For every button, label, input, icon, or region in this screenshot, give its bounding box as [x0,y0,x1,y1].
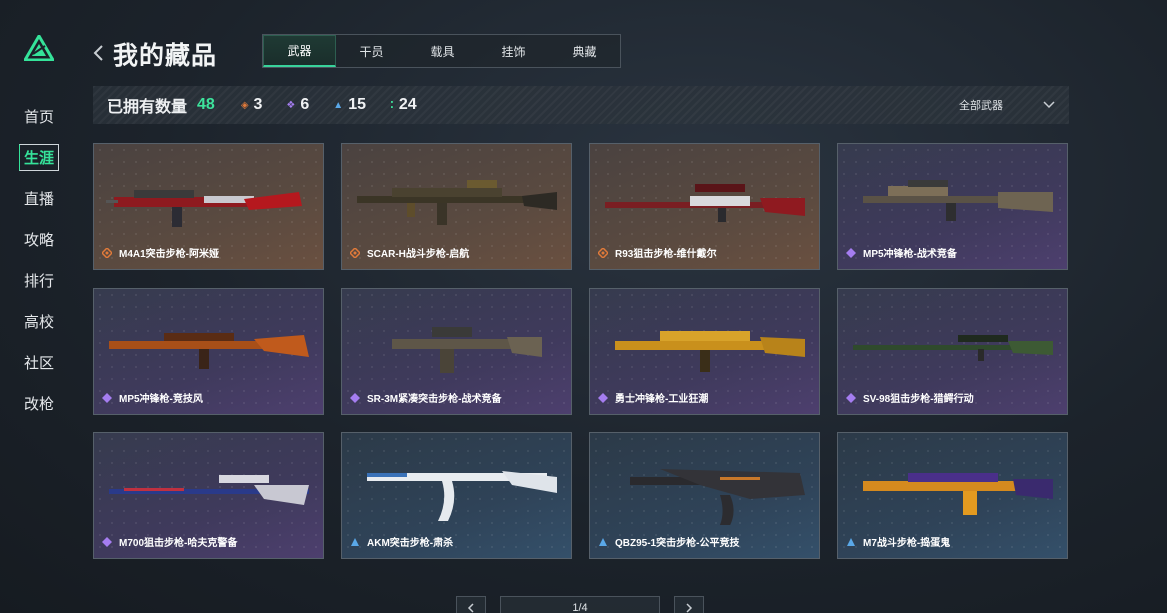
owned-count-label: 已拥有数量 [107,99,188,116]
weapon-card[interactable]: QBZ95-1突击步枪-公平竞技 [589,432,820,559]
purple-diamond-icon [102,392,112,403]
tab-operators[interactable]: 干员 [336,35,407,67]
purple-diamond-icon [598,392,608,403]
weapon-card[interactable]: SV-98狙击步枪-猎鳄行动 [837,288,1068,415]
blue-triangle-icon [599,537,607,546]
purple-diamond-icon [350,392,360,403]
green-dots-icon: ⁚ [390,99,394,111]
smg-image-icon [615,331,805,372]
tab-charms[interactable]: 挂饰 [478,35,549,67]
smg-image-icon [109,333,309,369]
sniper-image-icon [853,335,1053,361]
tab-vehicles[interactable]: 载具 [407,35,478,67]
purple-rarity-count: ❖ 6 [286,96,310,113]
blue-triangle-icon: ▲ [333,99,344,111]
weapon-name: MP5冲锋枪-战术竞备 [863,249,957,260]
weapon-name: SCAR-H战斗步枪-启航 [367,249,470,260]
weapon-card[interactable]: MP5冲锋枪-竞技风 [93,288,324,415]
rifle-image-icon [392,327,542,373]
orange-diamond-icon [102,247,112,258]
orange-diamond-icon: ◈ [240,99,249,111]
next-page-button[interactable] [674,596,704,613]
weapon-name: MP5冲锋枪-竞技风 [119,394,203,405]
purple-diamond-icon: ❖ [286,99,296,111]
weapon-card[interactable]: R93狙击步枪-维什戴尔 [589,143,820,270]
sidebar-item-gunsmith[interactable]: 改枪 [16,383,62,424]
sidebar-item-career[interactable]: 生涯 [16,137,62,178]
blue-triangle-icon [351,537,359,546]
weapon-name: R93狙击步枪-维什戴尔 [615,249,717,260]
sidebar-nav: 首页 生涯 直播 攻略 排行 高校 社区 改枪 [16,96,62,424]
tab-collection[interactable]: 典藏 [549,35,620,67]
rifle-image-icon [106,190,302,227]
chevron-right-icon [686,603,693,613]
weapon-card[interactable]: AKM突击步枪-肃杀 [341,432,572,559]
page-title: 我的藏品 [113,42,218,70]
rifle-image-icon [630,469,805,525]
category-tabs: 武器 干员 载具 挂饰 典藏 [262,34,621,68]
sidebar-item-ranking[interactable]: 排行 [16,260,62,301]
weapon-card[interactable]: M7战斗步枪-捣蛋鬼 [837,432,1068,559]
chevron-down-icon [1043,101,1055,109]
page-indicator: 1/4 [500,596,660,613]
orange-diamond-icon [598,247,608,258]
weapon-card[interactable]: 勇士冲锋枪-工业狂潮 [589,288,820,415]
weapon-filter-dropdown[interactable]: 全部武器 [959,86,1055,124]
orange-diamond-icon [350,247,360,258]
rifle-image-icon [863,180,1053,221]
sidebar-item-community[interactable]: 社区 [16,342,62,383]
tab-weapons[interactable]: 武器 [263,35,336,67]
purple-diamond-icon [846,247,856,258]
orange-rarity-count: ◈ 3 [240,96,263,113]
weapon-name: SV-98狙击步枪-猎鳄行动 [863,394,974,405]
sidebar-item-guide[interactable]: 攻略 [16,219,62,260]
purple-diamond-icon [846,392,856,403]
weapon-name: QBZ95-1突击步枪-公平竞技 [615,538,740,549]
sniper-image-icon [109,475,309,505]
chevron-left-icon [467,603,474,613]
weapon-card[interactable]: SR-3M紧凑突击步枪-战术竞备 [341,288,572,415]
weapon-card[interactable]: MP5冲锋枪-战术竞备 [837,143,1068,270]
sidebar-item-university[interactable]: 高校 [16,301,62,342]
triangle-logo-icon[interactable] [24,35,54,61]
purple-diamond-icon [102,536,112,547]
rifle-image-icon [367,471,557,521]
rifle-image-icon [605,184,805,222]
weapon-name: SR-3M紧凑突击步枪-战术竞备 [367,394,502,405]
weapon-card[interactable]: M700狙击步枪-哈夫克警备 [93,432,324,559]
sidebar-item-home[interactable]: 首页 [16,96,62,137]
weapon-name: 勇士冲锋枪-工业狂潮 [615,394,709,405]
ownership-stats-bar: 已拥有数量 48 ◈ 3 ❖ 6 ▲ 15 ⁚ 24 全部武器 [93,86,1069,124]
weapon-card[interactable]: SCAR-H战斗步枪-启航 [341,143,572,270]
blue-rarity-count: ▲ 15 [333,96,366,113]
weapon-card[interactable]: M4A1突击步枪-阿米娅 [93,143,324,270]
owned-count-total: 48 [197,96,215,113]
rifle-image-icon [863,473,1053,515]
rifle-image-icon [357,180,557,225]
back-chevron-icon[interactable] [92,44,106,62]
weapon-name: M4A1突击步枪-阿米娅 [119,249,220,260]
previous-page-button[interactable] [456,596,486,613]
weapon-name: M700狙击步枪-哈夫克警备 [119,538,238,549]
sidebar-item-live[interactable]: 直播 [16,178,62,219]
blue-triangle-icon [847,537,855,546]
green-rarity-count: ⁚ 24 [390,96,417,113]
weapon-name: M7战斗步枪-捣蛋鬼 [863,538,951,549]
weapon-name: AKM突击步枪-肃杀 [367,538,454,549]
